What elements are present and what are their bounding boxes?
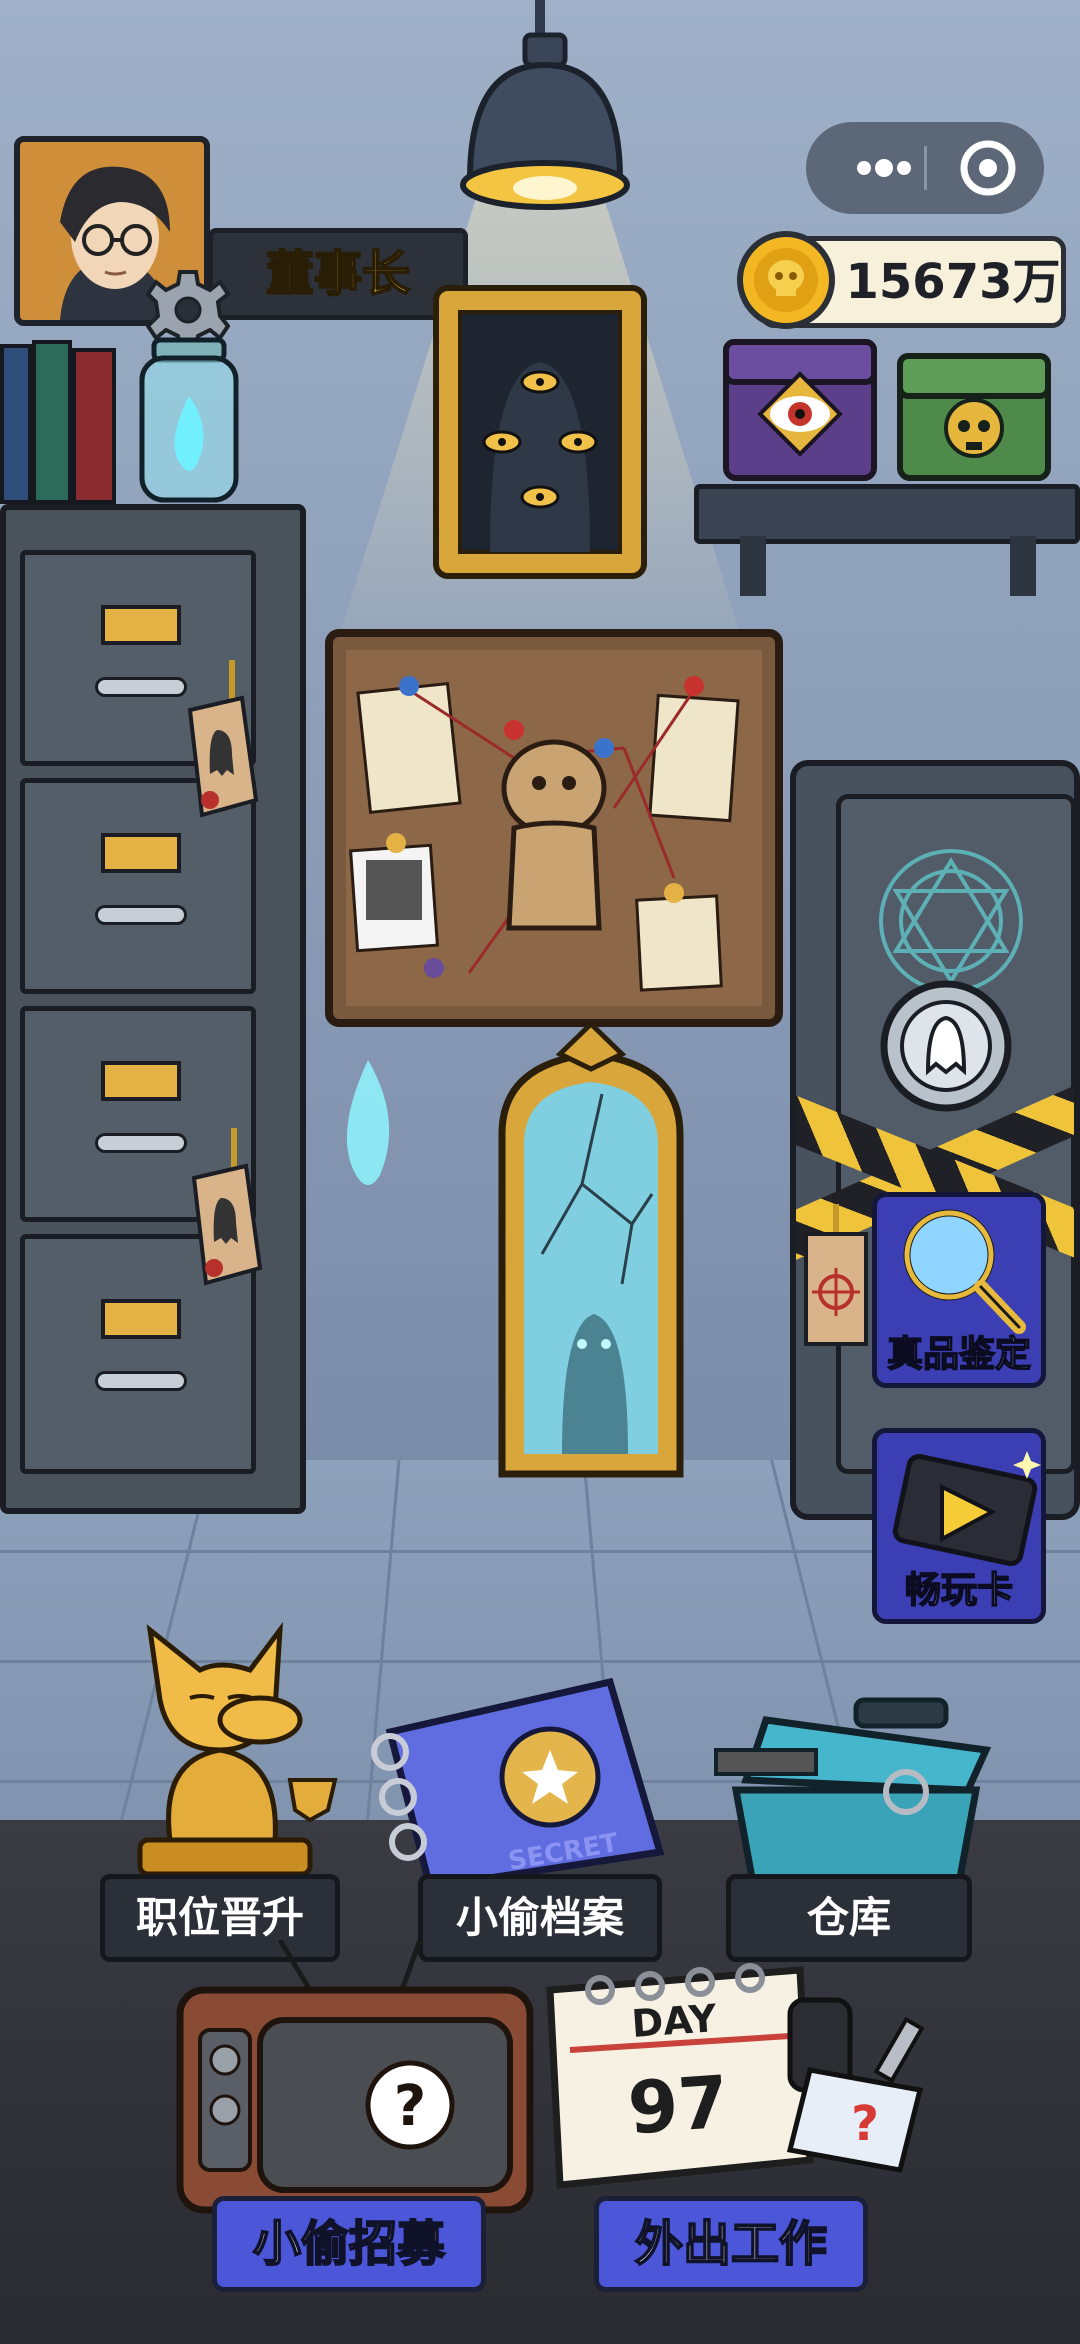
shelf-bracket — [1010, 536, 1036, 596]
warehouse-label[interactable]: 仓库 — [726, 1874, 972, 1962]
day-number: 97 — [625, 2060, 731, 2151]
play-card-icon — [892, 1451, 1041, 1567]
capsule-divider — [924, 146, 927, 190]
wall-shelf — [694, 484, 1080, 544]
safe[interactable] — [790, 760, 1080, 1520]
player-title: 董事长 — [265, 245, 411, 303]
ghost-flame-jar — [139, 337, 239, 503]
eyes-painting — [433, 285, 647, 579]
eye-chest[interactable] — [720, 334, 880, 484]
play-pass-button[interactable]: 畅玩卡 — [872, 1428, 1046, 1624]
appraisal-button[interactable]: 真品鉴定 — [872, 1192, 1046, 1388]
secret-file-book[interactable]: SECRET — [360, 1672, 670, 1892]
target-circle-icon[interactable] — [936, 122, 1036, 214]
more-dots-icon[interactable] — [836, 122, 926, 214]
case-note-with-keys: ? — [786, 1997, 925, 2173]
recruit-tv[interactable]: ? — [170, 1940, 540, 2220]
cracked-mirror[interactable] — [482, 1024, 700, 1484]
safe-dial[interactable] — [876, 976, 1016, 1116]
shelf-bracket — [740, 536, 766, 596]
ghost-tag — [187, 660, 259, 818]
play-pass-label: 畅玩卡 — [904, 1569, 1014, 1612]
skull-chest[interactable] — [894, 350, 1054, 484]
day-label: DAY — [630, 1996, 718, 2046]
book-stack — [0, 334, 130, 504]
go-out-work-button[interactable]: 外出工作 — [594, 2196, 868, 2292]
mini-program-capsule — [806, 122, 1044, 214]
ghost-wisp — [346, 1060, 390, 1185]
target-tag — [804, 1204, 868, 1346]
recruit-thief-button[interactable]: 小偷招募 — [212, 2196, 486, 2292]
coin-amount: 15673万 — [845, 254, 1061, 310]
svg-text:?: ? — [851, 2096, 879, 2152]
evidence-corkboard[interactable] — [324, 628, 784, 1028]
magnifier-icon — [903, 1209, 1026, 1334]
skull-coin-icon — [737, 231, 835, 329]
ghost-tag — [191, 1128, 263, 1286]
filing-cabinet[interactable] — [0, 504, 306, 1514]
ceiling-lamp — [460, 32, 630, 210]
golden-dog-statue[interactable] — [110, 1610, 360, 1880]
appraisal-label: 真品鉴定 — [886, 1333, 1032, 1376]
svg-text:?: ? — [394, 2074, 426, 2139]
